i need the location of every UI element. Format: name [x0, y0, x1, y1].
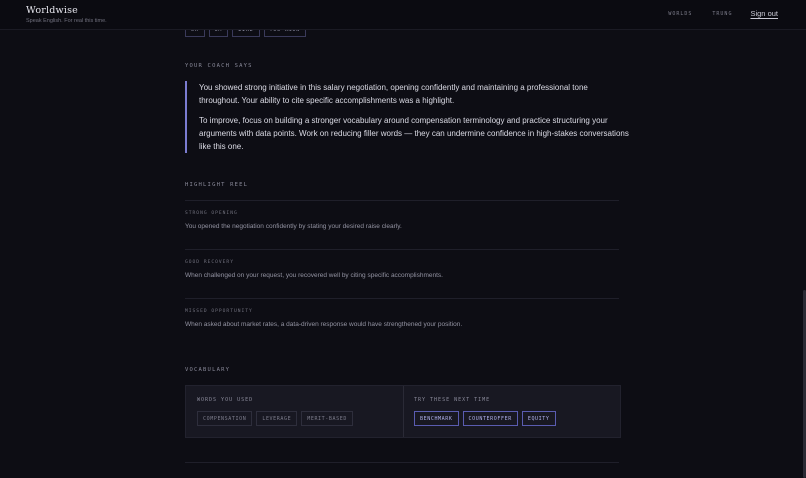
highlight-section-title: HIGHLIGHT REEL	[185, 182, 249, 188]
vocab-try-chip[interactable]: EQUITY	[521, 411, 556, 426]
vocab-used-heading: WORDS YOU USED	[197, 397, 254, 403]
vocab-try-list: BENCHMARK COUNTEROFFER EQUITY	[414, 411, 560, 426]
nav-user[interactable]: TRUNG	[712, 11, 732, 17]
vocab-used-chip: COMPENSATION	[197, 411, 253, 426]
top-nav: WORLDS TRUNG Sign out	[648, 9, 778, 18]
coach-paragraph: You showed strong initiative in this sal…	[199, 83, 588, 105]
vocab-try-chip[interactable]: BENCHMARK	[414, 411, 459, 426]
coach-quote: You showed strong initiative in this sal…	[185, 81, 629, 153]
highlight-tag: STRONG OPENING	[185, 211, 238, 216]
divider	[185, 298, 619, 299]
brand-name[interactable]: Worldwise	[26, 5, 107, 16]
divider	[185, 462, 619, 463]
vocab-try-column: TRY THESE NEXT TIME BENCHMARK COUNTEROFF…	[404, 386, 620, 437]
vocab-used-list: COMPENSATION LEVERAGE MERIT-BASED	[197, 411, 357, 426]
signout-link[interactable]: Sign out	[750, 9, 778, 18]
coach-paragraph: To improve, focus on building a stronger…	[199, 116, 629, 151]
highlight-tag: MISSED OPPORTUNITY	[185, 309, 253, 314]
nav-worlds[interactable]: WORLDS	[668, 11, 692, 17]
vocab-try-chip[interactable]: COUNTEROFFER	[462, 411, 518, 426]
highlight-tag: GOOD RECOVERY	[185, 260, 234, 265]
vocab-used-chip: MERIT-BASED	[301, 411, 353, 426]
vocab-try-heading: TRY THESE NEXT TIME	[414, 397, 491, 403]
vocab-used-chip: LEVERAGE	[256, 411, 298, 426]
app-header: Worldwise Speak English. For real this t…	[0, 0, 806, 30]
vocabulary-panel: WORDS YOU USED COMPENSATION LEVERAGE MER…	[185, 385, 621, 438]
coach-section-title: YOUR COACH SAYS	[185, 63, 253, 69]
highlight-text: You opened the negotiation confidently b…	[185, 223, 402, 230]
brand[interactable]: Worldwise Speak English. For real this t…	[26, 5, 107, 24]
highlight-text: When challenged on your request, you rec…	[185, 272, 443, 279]
vocabulary-section-title: VOCABULARY	[185, 367, 231, 373]
vocab-used-column: WORDS YOU USED COMPENSATION LEVERAGE MER…	[186, 386, 404, 437]
divider	[185, 200, 619, 201]
brand-tagline: Speak English. For real this time.	[26, 18, 107, 24]
divider	[185, 249, 619, 250]
highlight-text: When asked about market rates, a data-dr…	[185, 321, 463, 328]
